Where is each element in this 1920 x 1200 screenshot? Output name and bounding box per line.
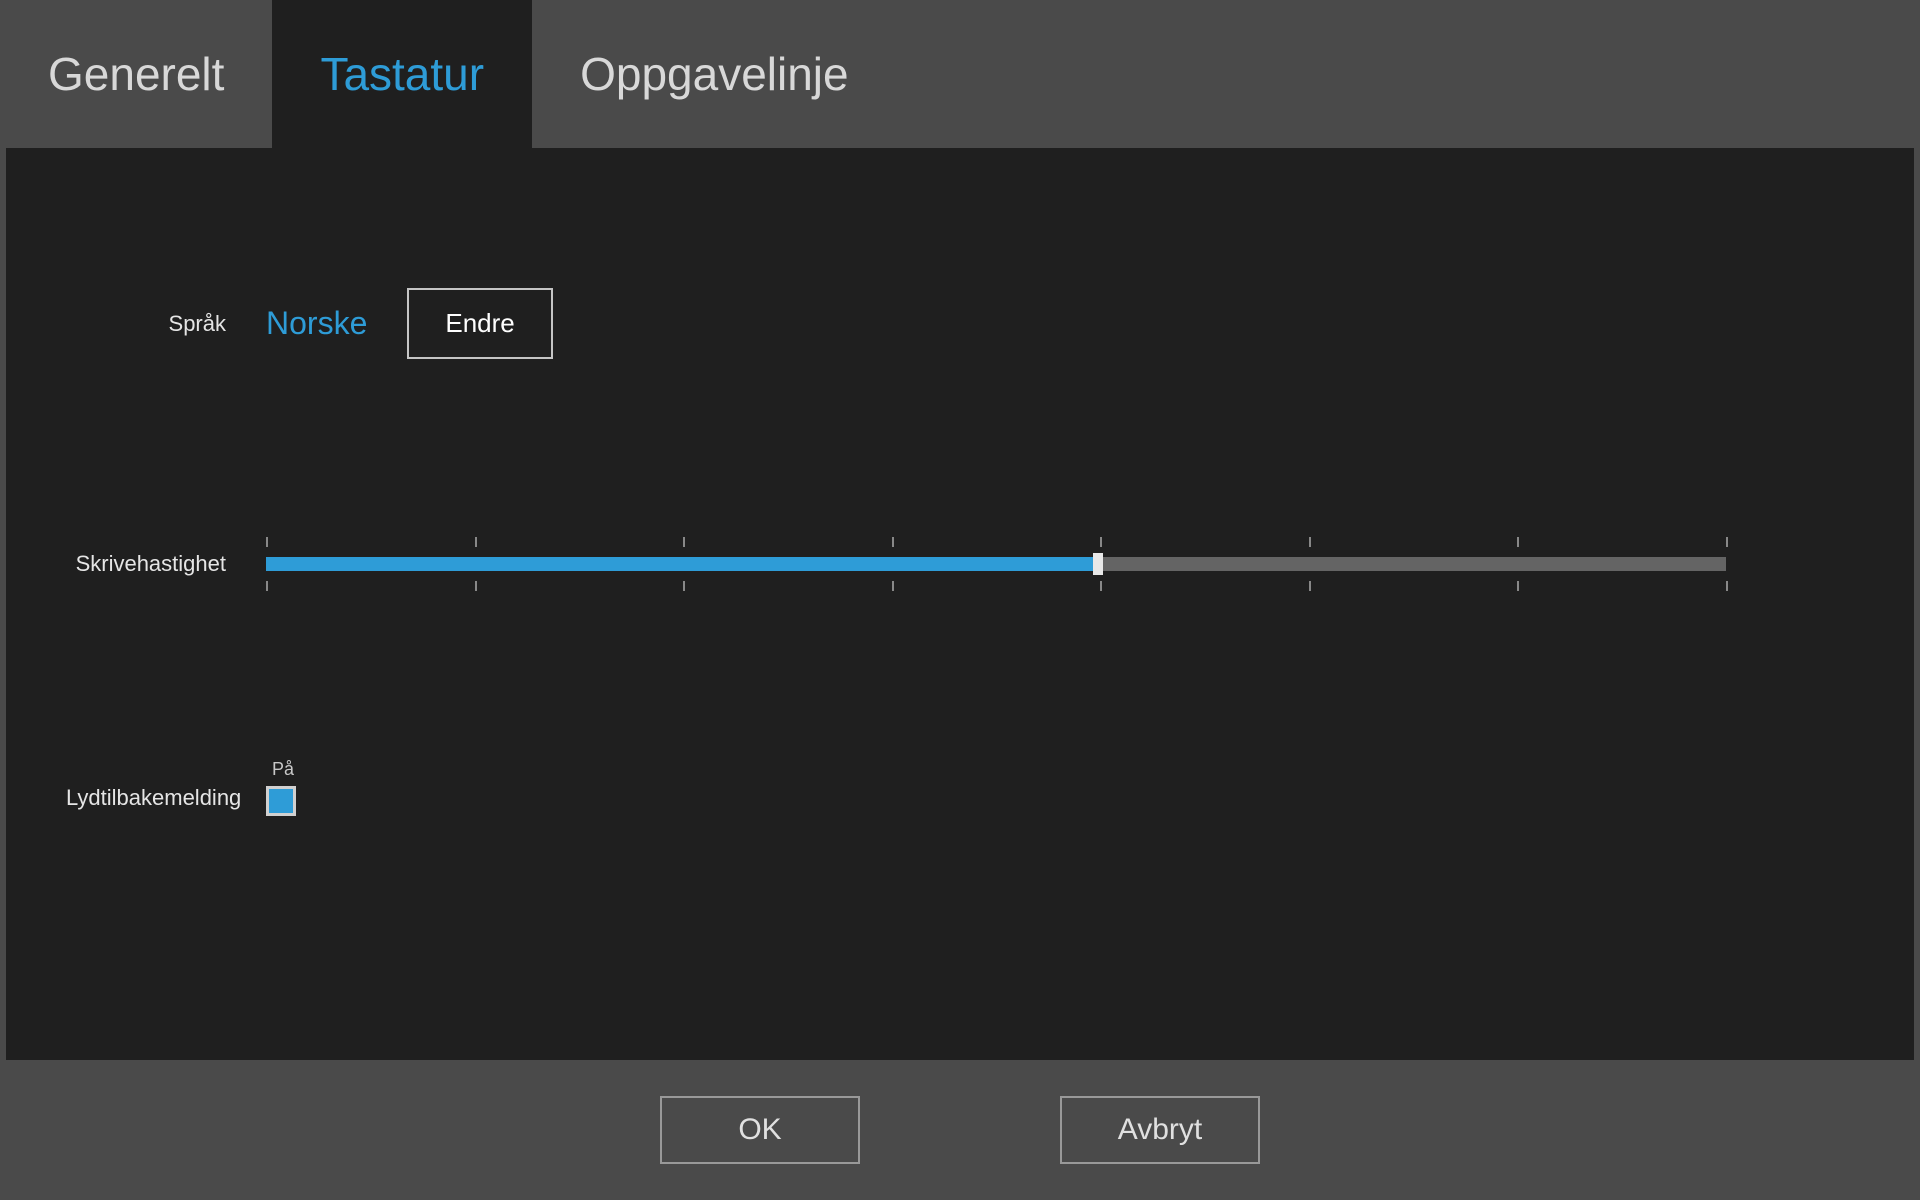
- audio-feedback-row: Lydtilbakemelding På: [66, 759, 1854, 816]
- tab-taskbar[interactable]: Oppgavelinje: [532, 0, 897, 148]
- typing-speed-label: Skrivehastighet: [66, 551, 266, 577]
- tab-bar: Generelt Tastatur Oppgavelinje: [0, 0, 1920, 148]
- slider-tick: [475, 537, 477, 547]
- slider-tick: [266, 537, 268, 547]
- slider-tick: [683, 581, 685, 591]
- audio-feedback-checkbox[interactable]: [266, 786, 296, 816]
- cancel-button[interactable]: Avbryt: [1060, 1096, 1260, 1164]
- slider-tick: [1726, 581, 1728, 591]
- settings-content: Språk Norske Endre Skrivehastighet Lydti…: [6, 148, 1914, 1060]
- language-label: Språk: [66, 311, 266, 337]
- slider-tick: [1309, 581, 1311, 591]
- audio-feedback-group: På: [266, 759, 296, 816]
- slider-tick: [1517, 537, 1519, 547]
- change-language-button[interactable]: Endre: [407, 288, 552, 359]
- slider-tick: [1726, 537, 1728, 547]
- slider-tick: [1309, 537, 1311, 547]
- tab-general[interactable]: Generelt: [0, 0, 272, 148]
- slider-tick: [1517, 581, 1519, 591]
- tab-keyboard[interactable]: Tastatur: [272, 0, 532, 148]
- slider-fill: [266, 557, 1098, 571]
- slider-tick: [892, 537, 894, 547]
- footer-bar: OK Avbryt: [0, 1060, 1920, 1200]
- slider-tick: [1100, 581, 1102, 591]
- audio-feedback-status: På: [272, 759, 294, 780]
- audio-feedback-label: Lydtilbakemelding: [66, 765, 266, 811]
- slider-tick: [892, 581, 894, 591]
- typing-speed-row: Skrivehastighet: [66, 539, 1854, 589]
- slider-tick: [683, 537, 685, 547]
- slider-tick: [1100, 537, 1102, 547]
- slider-tick: [475, 581, 477, 591]
- language-row: Språk Norske Endre: [66, 288, 1854, 359]
- slider-tick: [266, 581, 268, 591]
- ok-button[interactable]: OK: [660, 1096, 860, 1164]
- language-value: Norske: [266, 305, 367, 342]
- typing-speed-slider[interactable]: [266, 539, 1726, 589]
- slider-thumb[interactable]: [1093, 553, 1103, 575]
